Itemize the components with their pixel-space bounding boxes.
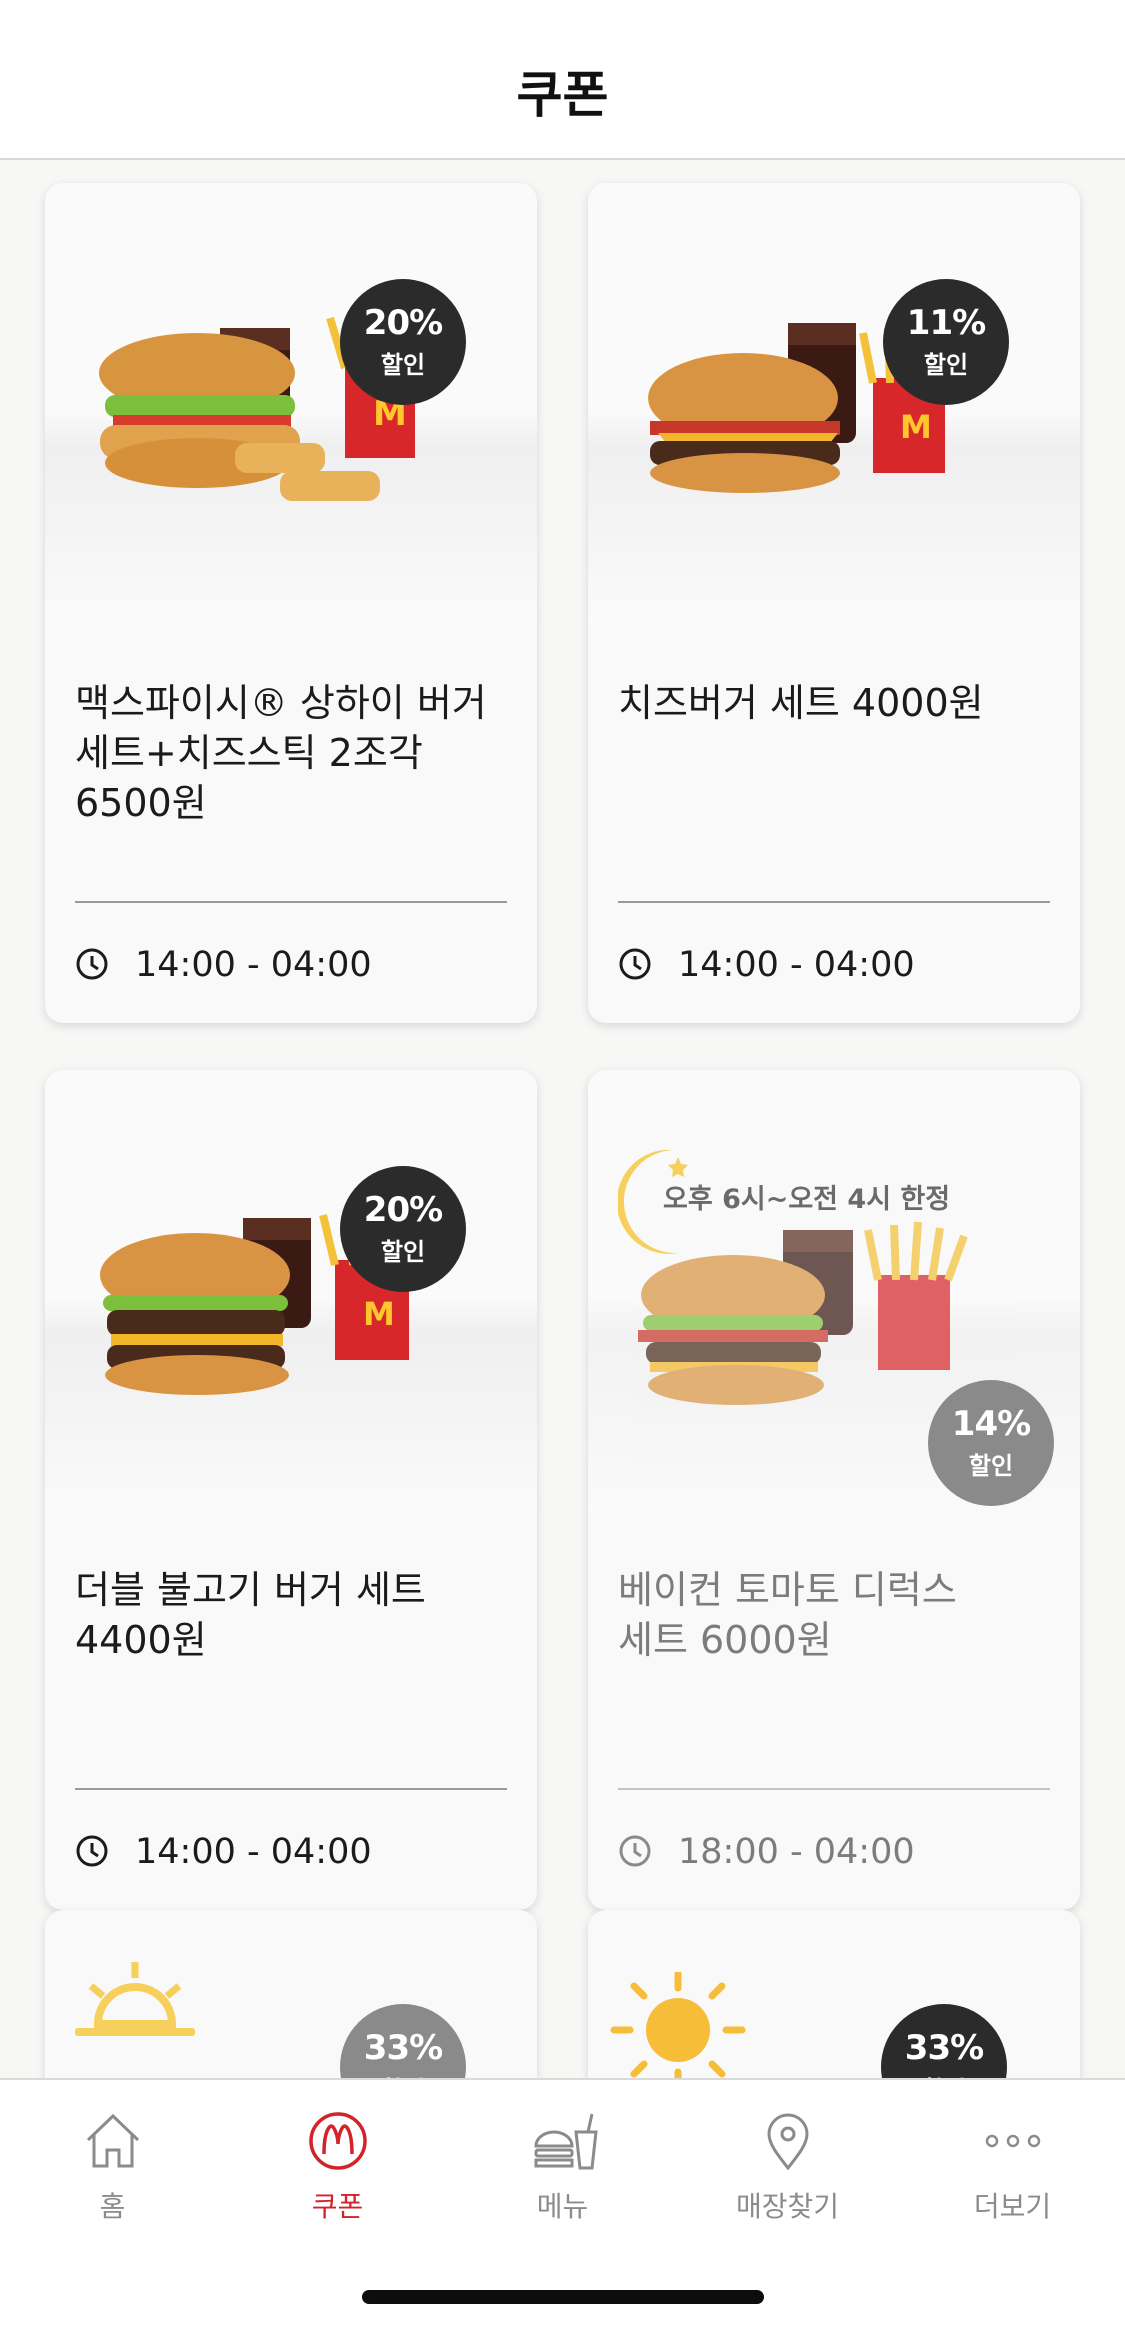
tab-label: 메뉴 bbox=[536, 2190, 589, 2223]
tab-label: 홈 bbox=[99, 2190, 126, 2223]
product-image-spicy-burger-set: M 20% 할인 bbox=[45, 183, 537, 623]
tab-more[interactable]: 더보기 bbox=[900, 2080, 1125, 2240]
product-image-cheeseburger-set: M 11% 할인 bbox=[588, 183, 1080, 623]
svg-text:M: M bbox=[900, 408, 932, 446]
tab-label: 쿠폰 bbox=[311, 2190, 364, 2223]
divider bbox=[618, 1788, 1050, 1790]
valid-hours: 14:00 - 04:00 bbox=[135, 945, 372, 985]
discount-badge: 11% 할인 bbox=[883, 279, 1009, 405]
tab-label: 매장찾기 bbox=[735, 2190, 840, 2223]
coupon-card[interactable]: 33% 할인 bbox=[45, 1910, 537, 2078]
coupon-grid[interactable]: M 20% 할인 맥스파이시® 상하이 버거 세트+치즈스틱 2조각 6500원… bbox=[0, 160, 1125, 2078]
discount-badge: 33% 할인 bbox=[881, 2004, 1007, 2078]
discount-badge: 20% 할인 bbox=[340, 1166, 466, 1292]
tab-menu[interactable]: 메뉴 bbox=[450, 2080, 675, 2240]
divider bbox=[618, 901, 1050, 903]
home-icon bbox=[86, 2113, 140, 2168]
page-title: 쿠폰 bbox=[516, 66, 609, 124]
valid-hours: 18:00 - 04:00 bbox=[678, 1832, 915, 1872]
coupon-card[interactable]: M 20% 할인 맥스파이시® 상하이 버거 세트+치즈스틱 2조각 6500원… bbox=[45, 183, 537, 1023]
valid-hours: 14:00 - 04:00 bbox=[678, 945, 915, 985]
coupon-card[interactable]: 33% 할인 bbox=[588, 1910, 1080, 2078]
clock-icon bbox=[619, 1835, 651, 1867]
app-header: 쿠폰 bbox=[0, 0, 1125, 160]
sun-icon bbox=[610, 1972, 746, 2078]
more-dots-icon bbox=[985, 2134, 1041, 2148]
tab-label: 더보기 bbox=[973, 2190, 1052, 2223]
coupon-title: 치즈버거 세트 4000원 bbox=[618, 681, 984, 725]
coupon-title: 더블 불고기 버거 세트 4400원 bbox=[75, 1568, 426, 1662]
evening-only-banner: 오후 6시~오전 4시 한정 bbox=[616, 1145, 1058, 1255]
clock-icon bbox=[76, 1835, 108, 1867]
coupon-card[interactable]: M 11% 할인 치즈버거 세트 4000원 14:00 - 04:00 bbox=[588, 183, 1080, 1023]
burger-drink-icon bbox=[534, 2113, 598, 2170]
coupon-card[interactable]: M 20% 할인 더블 불고기 버거 세트 4400원 14:00 - 04:0… bbox=[45, 1070, 537, 1910]
divider bbox=[75, 901, 507, 903]
tab-home[interactable]: 홈 bbox=[0, 2080, 225, 2240]
sunrise-icon bbox=[75, 1962, 195, 2036]
location-pin-icon bbox=[767, 2113, 809, 2171]
divider bbox=[75, 1788, 507, 1790]
banner-text: 오후 6시~오전 4시 한정 bbox=[663, 1184, 951, 1215]
product-image-double-bulgogi-set: M 20% 할인 bbox=[45, 1070, 537, 1510]
svg-text:M: M bbox=[363, 1295, 395, 1333]
coupon-title: 베이컨 토마토 디럭스 세트 6000원 bbox=[618, 1568, 957, 1662]
discount-badge: 33% 할인 bbox=[340, 2004, 466, 2078]
mcdonalds-coupon-icon bbox=[309, 2112, 367, 2170]
coupon-title: 맥스파이시® 상하이 버거 세트+치즈스틱 2조각 6500원 bbox=[75, 681, 487, 825]
home-indicator bbox=[362, 2290, 764, 2304]
tab-store-finder[interactable]: 매장찾기 bbox=[675, 2080, 900, 2240]
discount-badge: 20% 할인 bbox=[340, 279, 466, 405]
valid-hours: 14:00 - 04:00 bbox=[135, 1832, 372, 1872]
discount-badge: 14% 할인 bbox=[928, 1380, 1054, 1506]
clock-icon bbox=[76, 948, 108, 980]
coupon-card[interactable]: 오후 6시~오전 4시 한정 14% 할인 베이컨 토마토 디럭스 세트 600… bbox=[588, 1070, 1080, 1910]
clock-icon bbox=[619, 948, 651, 980]
tab-coupon[interactable]: 쿠폰 bbox=[225, 2080, 450, 2240]
